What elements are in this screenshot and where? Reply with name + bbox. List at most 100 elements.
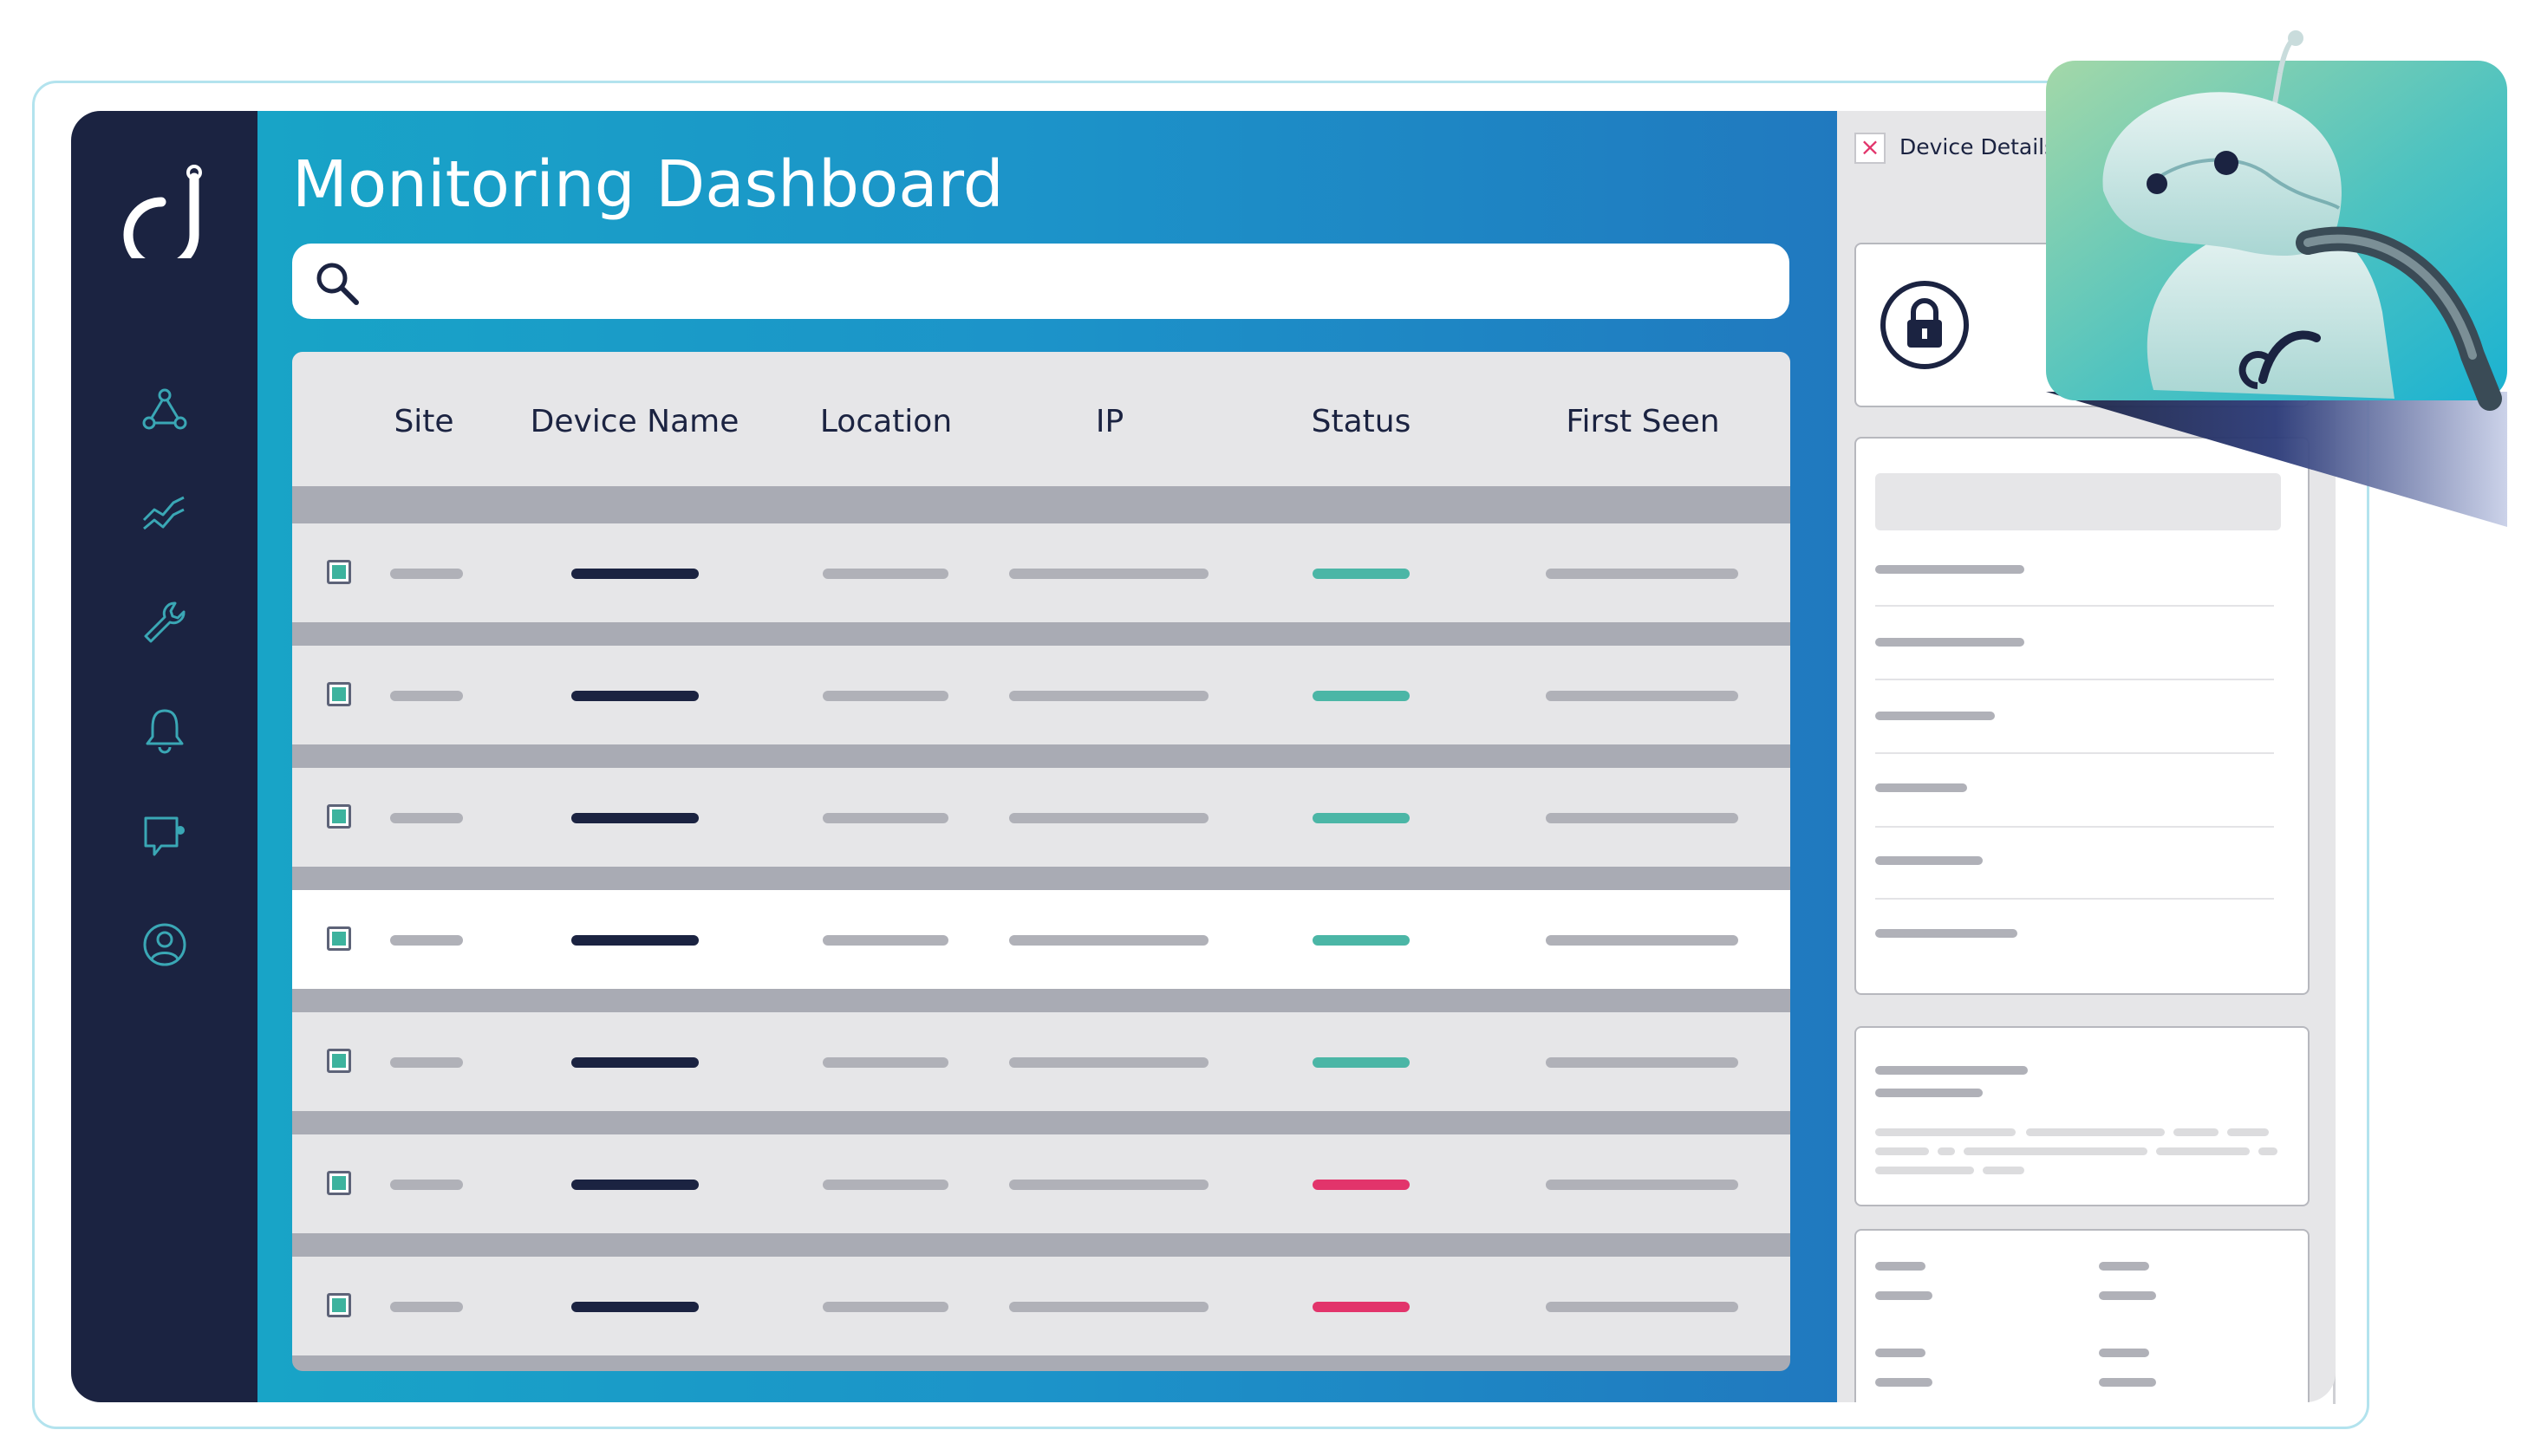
stat-label-line	[1875, 1262, 1925, 1271]
divider	[1875, 752, 2274, 754]
row-checkbox[interactable]	[327, 1293, 351, 1317]
notes-text-line	[1875, 1167, 1974, 1174]
checkbox-checked-mark	[332, 932, 346, 946]
column-header-device-name[interactable]: Device Name	[531, 404, 740, 439]
device-notes-card	[1854, 1026, 2310, 1206]
location-placeholder	[823, 1302, 948, 1312]
table-row[interactable]	[292, 890, 1790, 989]
table-row[interactable]	[292, 523, 1790, 622]
close-icon[interactable]: ×	[1854, 133, 1886, 164]
status-indicator	[1313, 1057, 1410, 1068]
d-logo-icon[interactable]	[114, 159, 214, 258]
site-placeholder	[390, 935, 463, 946]
first-seen-placeholder	[1546, 691, 1738, 701]
location-placeholder	[823, 569, 948, 579]
status-indicator	[1313, 935, 1410, 946]
table-row[interactable]	[292, 1134, 1790, 1233]
location-placeholder	[823, 935, 948, 946]
device-stats-card	[1854, 1229, 2310, 1402]
column-header-ip[interactable]: IP	[1096, 404, 1124, 439]
divider	[1875, 605, 2274, 607]
status-indicator	[1313, 1302, 1410, 1312]
first-seen-placeholder	[1546, 569, 1738, 579]
column-header-location[interactable]: Location	[820, 404, 952, 439]
checkbox-checked-mark	[332, 1298, 346, 1312]
search-bar[interactable]	[292, 244, 1789, 319]
notes-text-line	[2156, 1147, 2250, 1155]
site-placeholder	[390, 1057, 463, 1068]
device-name-placeholder	[571, 935, 699, 946]
column-header-first-seen[interactable]: First Seen	[1566, 404, 1719, 439]
table-row[interactable]	[292, 1257, 1790, 1355]
table-row[interactable]	[292, 1012, 1790, 1111]
location-placeholder	[823, 1057, 948, 1068]
wrench-icon[interactable]	[140, 598, 189, 647]
device-table: Site Device Name Location IP Status Firs…	[292, 352, 1790, 1371]
ip-placeholder	[1009, 691, 1209, 701]
divider	[1875, 898, 2274, 900]
stat-label-line	[2099, 1349, 2149, 1357]
property-line	[1875, 638, 2024, 647]
app-window: Monitoring Dashboard Site Device Name Lo…	[71, 111, 2336, 1402]
device-details-title: Device Details	[1899, 134, 2056, 159]
site-placeholder	[390, 813, 463, 823]
status-indicator	[1313, 691, 1410, 701]
property-line	[1875, 856, 1983, 865]
lock-icon[interactable]	[1879, 279, 1971, 371]
row-checkbox[interactable]	[327, 926, 351, 951]
device-name-placeholder	[571, 1180, 699, 1190]
stat-label-line	[2099, 1262, 2149, 1271]
notes-text-line	[2173, 1128, 2219, 1136]
table-row[interactable]	[292, 646, 1790, 744]
notes-text-line	[2227, 1128, 2269, 1136]
property-line	[1875, 929, 2017, 938]
bell-icon[interactable]	[140, 705, 189, 754]
column-header-site[interactable]: Site	[394, 404, 453, 439]
site-placeholder	[390, 691, 463, 701]
notes-text-line	[2026, 1128, 2165, 1136]
column-header-status[interactable]: Status	[1312, 404, 1411, 439]
device-name-placeholder	[571, 691, 699, 701]
notes-heading-line	[1875, 1089, 1983, 1097]
divider	[1875, 826, 2274, 828]
site-placeholder	[390, 569, 463, 579]
search-icon	[316, 263, 359, 305]
status-indicator	[1313, 569, 1410, 579]
ip-placeholder	[1009, 1057, 1209, 1068]
message-icon[interactable]	[140, 811, 189, 860]
page-title: Monitoring Dashboard	[292, 147, 1004, 222]
table-row[interactable]	[292, 768, 1790, 867]
row-checkbox[interactable]	[327, 1049, 351, 1073]
row-checkbox[interactable]	[327, 804, 351, 829]
row-checkbox[interactable]	[327, 682, 351, 706]
trend-chart-icon[interactable]	[140, 489, 189, 537]
ip-placeholder	[1009, 1180, 1209, 1190]
status-indicator	[1313, 1180, 1410, 1190]
ip-placeholder	[1009, 935, 1209, 946]
search-input[interactable]	[379, 256, 1769, 309]
status-indicator	[1313, 813, 1410, 823]
sidebar	[71, 111, 257, 1402]
device-name-placeholder	[571, 813, 699, 823]
site-placeholder	[390, 1302, 463, 1312]
checkbox-checked-mark	[332, 687, 346, 701]
row-checkbox[interactable]	[327, 1171, 351, 1195]
first-seen-placeholder	[1546, 1302, 1738, 1312]
ip-placeholder	[1009, 813, 1209, 823]
site-placeholder	[390, 1180, 463, 1190]
divider	[1875, 679, 2274, 680]
stat-value-line	[2099, 1378, 2156, 1387]
location-placeholder	[823, 1180, 948, 1190]
device-name-placeholder	[571, 1057, 699, 1068]
row-checkbox[interactable]	[327, 560, 351, 584]
first-seen-placeholder	[1546, 1057, 1738, 1068]
notes-text-line	[1938, 1147, 1955, 1155]
stat-label-line	[1875, 1349, 1925, 1357]
robot-mascot-icon	[2046, 30, 2507, 527]
user-icon[interactable]	[140, 920, 189, 969]
stat-value-line	[1875, 1378, 1932, 1387]
network-icon[interactable]	[140, 385, 189, 433]
location-placeholder	[823, 813, 948, 823]
checkbox-checked-mark	[332, 565, 346, 579]
main-panel: Monitoring Dashboard Site Device Name Lo…	[257, 111, 1837, 1402]
